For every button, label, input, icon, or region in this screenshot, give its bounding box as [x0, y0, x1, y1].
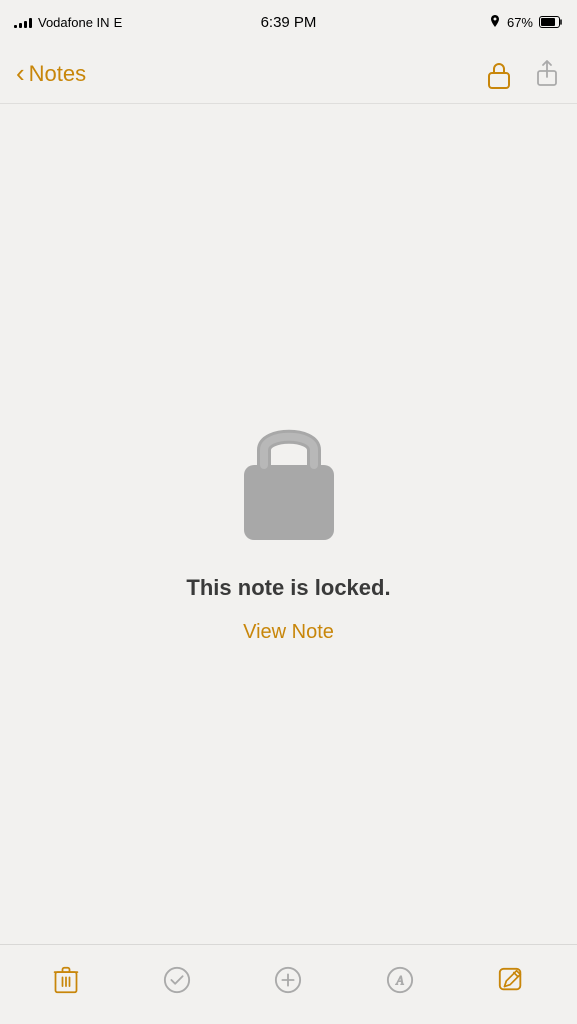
- nav-bar: ‹ Notes: [0, 44, 577, 104]
- big-lock-icon: [229, 405, 349, 545]
- status-right: 67%: [489, 15, 563, 30]
- format-icon: A: [386, 966, 414, 994]
- back-chevron-icon: ‹: [16, 60, 25, 86]
- network-type-label: E: [114, 15, 123, 30]
- checkmark-icon: [163, 966, 191, 994]
- battery-percent: 67%: [507, 15, 533, 30]
- status-left: Vodafone IN E: [14, 15, 122, 30]
- battery-icon: [539, 16, 563, 28]
- locked-message: This note is locked.: [186, 575, 390, 601]
- compose-button[interactable]: [264, 956, 312, 1004]
- nav-actions: [485, 58, 561, 90]
- edit-note-button[interactable]: [487, 956, 535, 1004]
- share-nav-button[interactable]: [533, 58, 561, 90]
- carrier-label: Vodafone IN: [38, 15, 110, 30]
- back-button[interactable]: ‹ Notes: [16, 61, 86, 87]
- time-label: 6:39 PM: [261, 14, 317, 31]
- trash-button[interactable]: [42, 956, 90, 1004]
- lock-illustration: [229, 405, 349, 545]
- bottom-toolbar: A: [0, 944, 577, 1024]
- main-content: This note is locked. View Note: [0, 104, 577, 944]
- plus-icon: [274, 966, 302, 994]
- trash-icon: [52, 966, 80, 994]
- view-note-button[interactable]: View Note: [243, 621, 334, 644]
- status-bar: Vodafone IN E 6:39 PM 67%: [0, 0, 577, 44]
- svg-text:A: A: [395, 973, 404, 987]
- location-icon: [489, 15, 501, 29]
- back-label: Notes: [29, 61, 86, 87]
- checkmark-button[interactable]: [153, 956, 201, 1004]
- lock-nav-button[interactable]: [485, 58, 513, 90]
- edit-icon: [497, 966, 525, 994]
- text-format-button[interactable]: A: [376, 956, 424, 1004]
- signal-bars-icon: [14, 16, 32, 28]
